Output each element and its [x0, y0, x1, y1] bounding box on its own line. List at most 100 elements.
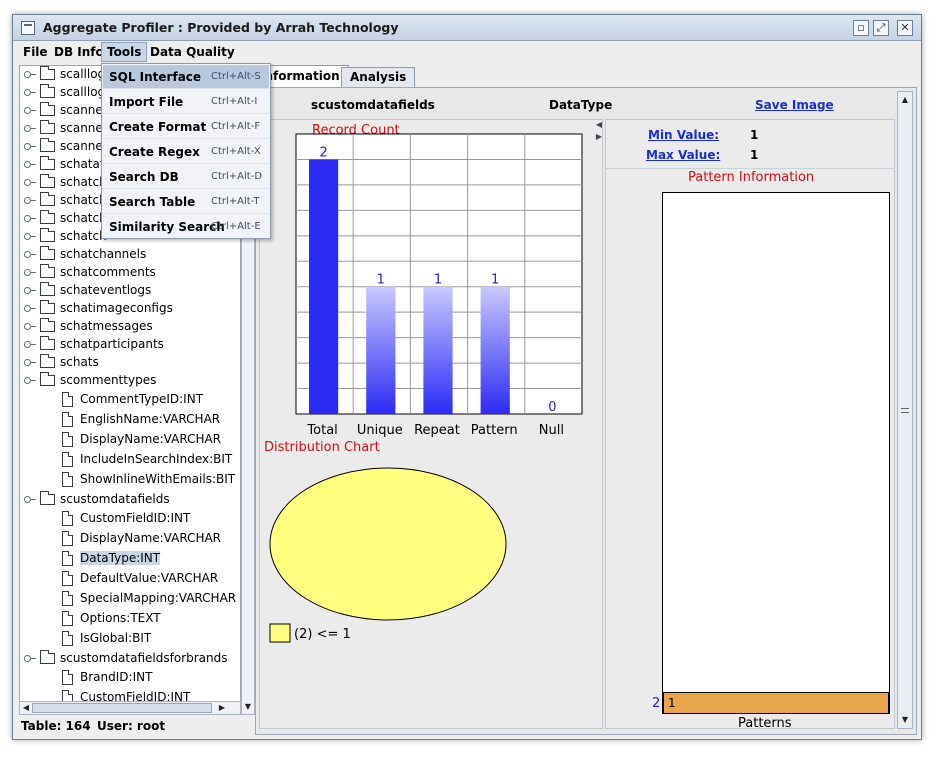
tree-column-node[interactable]: CustomFieldID:INT: [20, 510, 240, 528]
tree-table-node[interactable]: schateventlogs: [20, 282, 240, 300]
tree-table-node[interactable]: schatparticipants: [20, 336, 240, 354]
tree-table-node[interactable]: schatimageconfigs: [20, 300, 240, 318]
menu-tools[interactable]: Tools: [101, 42, 148, 62]
expand-handle-icon[interactable]: [24, 341, 36, 348]
tree-node-label: scalllog: [60, 85, 106, 99]
tree-table-node[interactable]: schatmessages: [20, 318, 240, 336]
maximize-icon[interactable]: ⤢: [873, 20, 889, 36]
expand-handle-icon[interactable]: [24, 215, 36, 222]
folder-icon: [40, 102, 55, 116]
menu-data-quality[interactable]: Data Quality: [145, 42, 240, 62]
pattern-card: Min Value: 1 Max Value: 1 Pattern Inform…: [605, 119, 895, 731]
menu-item-import-file[interactable]: Import File Ctrl+Alt-I: [103, 90, 269, 114]
expand-handle-icon[interactable]: [24, 305, 36, 312]
tree-horizontal-scrollbar[interactable]: ◀ ▶: [19, 701, 241, 715]
tree-column-node[interactable]: SpecialMapping:VARCHAR: [20, 590, 240, 608]
tree-node-label: CommentTypeID:INT: [80, 392, 204, 406]
tree-column-node[interactable]: DataType:INT: [20, 550, 240, 568]
minimize-icon[interactable]: ▫: [853, 20, 869, 36]
folder-icon: [40, 228, 55, 242]
menu-item-sql-interface[interactable]: SQL Interface Ctrl+Alt-S: [103, 65, 269, 89]
expand-handle-icon[interactable]: [24, 269, 36, 276]
tree-column-node[interactable]: IncludeInSearchIndex:BIT: [20, 451, 240, 469]
patterns-axis-label: Patterns: [738, 716, 792, 731]
folder-icon: [40, 156, 55, 170]
expand-handle-icon[interactable]: [24, 71, 36, 78]
file-icon: [62, 452, 73, 467]
bar-pattern: [480, 286, 510, 414]
expand-handle-icon[interactable]: [24, 251, 36, 258]
folder-icon: [40, 300, 55, 314]
tree-column-node[interactable]: DisplayName:VARCHAR: [20, 431, 240, 449]
scroll-down-arrow-icon[interactable]: ▼: [242, 701, 254, 713]
tree-table-node[interactable]: schats: [20, 354, 240, 372]
tree-table-node[interactable]: scustomdatafields: [20, 491, 240, 509]
content-scroll-down-arrow-icon[interactable]: ▼: [899, 714, 911, 726]
bar-category-label: Repeat: [414, 423, 460, 438]
tree-column-node[interactable]: Options:TEXT: [20, 610, 240, 628]
file-icon: [62, 551, 73, 566]
scroll-left-arrow-icon[interactable]: ◀: [20, 702, 32, 714]
expand-handle-icon[interactable]: [24, 197, 36, 204]
menu-item-search-db[interactable]: Search DB Ctrl+Alt-D: [103, 165, 269, 189]
expand-handle-icon[interactable]: [24, 125, 36, 132]
tree-column-node[interactable]: ShowInlineWithEmails:BIT: [20, 471, 240, 489]
bar-category-label: Unique: [357, 423, 403, 438]
tree-column-node[interactable]: BrandID:INT: [20, 669, 240, 687]
min-value-label[interactable]: Min Value:: [648, 128, 719, 142]
menu-item-create-format[interactable]: Create Format Ctrl+Alt-F: [103, 115, 269, 139]
expand-handle-icon[interactable]: [24, 107, 36, 114]
menu-item-create-regex[interactable]: Create Regex Ctrl+Alt-X: [103, 140, 269, 164]
pattern-information-title: Pattern Information: [688, 170, 815, 185]
split-pane-left-icon[interactable]: ◀: [593, 119, 605, 131]
pattern-chart-area: [662, 192, 890, 714]
folder-icon: [40, 650, 55, 664]
tree-node-label: IncludeInSearchIndex:BIT: [80, 452, 233, 466]
scroll-grip-icon: [901, 408, 909, 413]
menu-file[interactable]: File: [18, 42, 53, 62]
expand-handle-icon[interactable]: [24, 233, 36, 240]
tree-node-label: ShowInlineWithEmails:BIT: [80, 472, 236, 486]
tree-table-node[interactable]: scommenttypes: [20, 372, 240, 390]
max-value: 1: [750, 148, 759, 162]
menu-db-info[interactable]: DB Info: [49, 42, 109, 62]
menu-item-similarity-search[interactable]: Similarity Search Ctrl+Alt-E: [103, 215, 269, 239]
content-vertical-scrollbar[interactable]: ▲ ▼: [897, 91, 913, 729]
expand-handle-icon[interactable]: [24, 287, 36, 294]
folder-icon: [40, 210, 55, 224]
content-scroll-up-arrow-icon[interactable]: ▲: [899, 94, 911, 106]
expand-handle-icon[interactable]: [24, 161, 36, 168]
menu-item-search-table[interactable]: Search Table Ctrl+Alt-T: [103, 190, 269, 214]
close-icon[interactable]: ✕: [897, 20, 913, 36]
tree-horizontal-scroll-thumb[interactable]: [32, 703, 212, 713]
tree-column-node[interactable]: DisplayName:VARCHAR: [20, 530, 240, 548]
max-value-label[interactable]: Max Value:: [646, 148, 720, 162]
scroll-right-arrow-icon[interactable]: ▶: [216, 702, 228, 714]
charts-card: Record Count 2 Total 1 Unique 1 Repeat 1 Patter…: [259, 119, 603, 729]
file-icon: [62, 531, 73, 546]
tree-column-node[interactable]: EnglishName:VARCHAR: [20, 411, 240, 429]
file-icon: [62, 591, 73, 606]
expand-handle-open-icon[interactable]: [24, 377, 36, 384]
expand-handle-icon[interactable]: [24, 179, 36, 186]
save-image-link[interactable]: Save Image: [755, 98, 834, 112]
expand-handle-icon[interactable]: [24, 323, 36, 330]
expand-handle-icon[interactable]: [24, 89, 36, 96]
tree-column-node[interactable]: CommentTypeID:INT: [20, 391, 240, 409]
tab-analysis[interactable]: Analysis: [341, 67, 416, 87]
expand-handle-open-icon[interactable]: [24, 496, 36, 503]
expand-handle-icon[interactable]: [24, 359, 36, 366]
folder-icon: [40, 138, 55, 152]
tree-column-node[interactable]: IsGlobal:BIT: [20, 630, 240, 648]
split-pane-right-icon[interactable]: ▶: [593, 131, 605, 143]
expand-handle-icon[interactable]: [24, 143, 36, 150]
tree-column-node[interactable]: DefaultValue:VARCHAR: [20, 570, 240, 588]
tree-node-label: scommenttypes: [60, 373, 157, 387]
tree-table-node[interactable]: schatchannels: [20, 246, 240, 264]
tree-table-node[interactable]: schatcomments: [20, 264, 240, 282]
tree-node-label: BrandID:INT: [80, 670, 153, 684]
tree-node-label: schats: [60, 355, 99, 369]
tree-table-node[interactable]: scustomdatafieldsforbrands: [20, 650, 240, 668]
expand-handle-open-icon[interactable]: [24, 655, 36, 662]
pattern-bar: [663, 692, 889, 714]
